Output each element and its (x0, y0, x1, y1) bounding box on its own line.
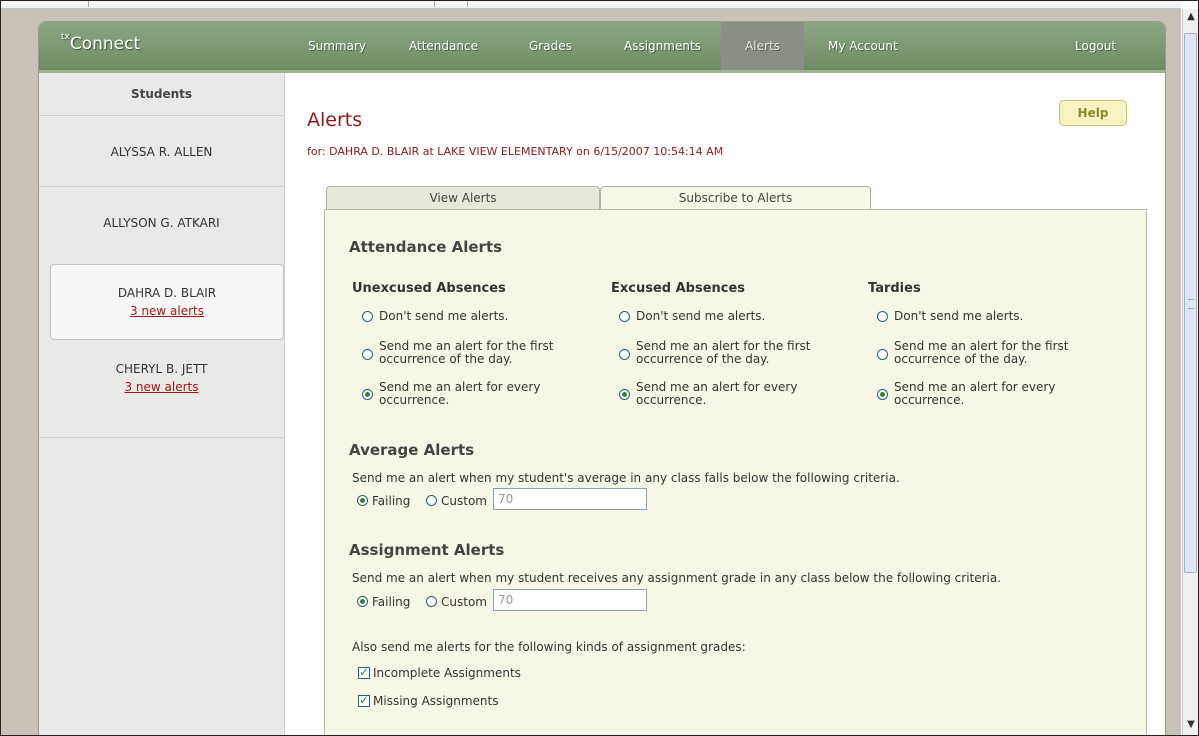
students-sidebar: Students ALYSSA R. ALLEN ALLYSON G. ATKA… (39, 73, 285, 735)
unexcused-option-label: Send me an alert for every occurrence. (379, 380, 541, 407)
incomplete-label: Incomplete Assignments (373, 666, 521, 680)
checkmark-icon: ✓ (359, 693, 370, 707)
scroll-down-icon[interactable]: ▼ (1183, 717, 1198, 733)
assignment-custom-label: Custom (441, 595, 487, 609)
students-title: Students (130, 87, 193, 101)
nav-grades[interactable]: Grades (515, 22, 586, 70)
tardies-option-label: Send me an alert for the first occurrence… (894, 339, 1069, 366)
nav-alerts[interactable]: Alerts (721, 22, 804, 70)
average-heading: Average Alerts (349, 441, 475, 459)
unexcused-option-label: Send me an alert for the first occurrence… (379, 339, 554, 366)
average-custom-label: Custom (441, 494, 487, 508)
nav-attendance[interactable]: Attendance (395, 22, 492, 70)
subscribe-panel: Attendance Alerts Unexcused Absences Exc… (324, 209, 1147, 735)
average-failing-label: Failing (372, 494, 411, 508)
tardies-every-radio[interactable] (877, 389, 888, 400)
student-name: ALYSSA R. ALLEN (110, 145, 213, 159)
missing-checkbox[interactable]: ✓ (358, 693, 370, 707)
top-navigation: txConnect Summary Attendance Grades Assi… (39, 22, 1165, 73)
new-alerts-link[interactable]: 3 new alerts (39, 380, 284, 394)
tardies-first-radio[interactable] (877, 349, 888, 360)
student-name: ALLYSON G. ATKARI (103, 216, 220, 230)
tab-subscribe-alerts[interactable]: Subscribe to Alerts (600, 186, 871, 211)
assignment-custom-input[interactable]: 70 (493, 589, 647, 611)
excused-option-label: Send me an alert for the first occurrence… (636, 339, 811, 366)
student-name: DAHRA D. BLAIR (117, 286, 217, 300)
assignment-custom-radio[interactable] (426, 596, 437, 607)
unexcused-dont-send-radio[interactable] (362, 311, 373, 322)
scroll-thumb[interactable] (1184, 33, 1197, 573)
student-allyson-atkari[interactable]: ALLYSON G. ATKARI (39, 186, 284, 264)
incomplete-checkbox[interactable]: ✓ (358, 665, 370, 679)
unexcused-option-label: Don't send me alerts. (379, 309, 509, 323)
nav-summary[interactable]: Summary (294, 22, 380, 70)
average-description: Send me an alert when my student's avera… (352, 471, 900, 485)
average-custom-radio[interactable] (426, 495, 437, 506)
main-content: Alerts for: DAHRA D. BLAIR at LAKE VIEW … (307, 73, 1147, 735)
browser-top-strip (1, 1, 1181, 9)
assignment-failing-label: Failing (372, 595, 411, 609)
app-shell: txConnect Summary Attendance Grades Assi… (38, 21, 1166, 735)
tardies-option-label: Don't send me alerts. (894, 309, 1024, 323)
excused-first-radio[interactable] (619, 349, 630, 360)
unexcused-every-radio[interactable] (362, 389, 373, 400)
nav-my-account[interactable]: My Account (814, 22, 912, 70)
missing-label: Missing Assignments (373, 694, 499, 708)
nav-logout[interactable]: Logout (1061, 22, 1130, 70)
page-subtitle: for: DAHRA D. BLAIR at LAKE VIEW ELEMENT… (307, 145, 724, 158)
student-alyssa-allen[interactable]: ALYSSA R. ALLEN (39, 115, 284, 186)
student-cheryl-jett[interactable]: CHERYL B. JETT 3 new alerts (39, 340, 284, 437)
page-title: Alerts (307, 109, 363, 131)
scroll-up-icon[interactable]: ▲ (1183, 9, 1198, 25)
student-dahra-blair[interactable]: DAHRA D. BLAIR 3 new alerts (50, 264, 284, 340)
help-button[interactable]: Help (1059, 100, 1127, 126)
assignment-heading: Assignment Alerts (349, 541, 505, 559)
excused-option-label: Send me an alert for every occurrence. (636, 380, 798, 407)
student-name: CHERYL B. JETT (115, 362, 208, 376)
sidebar-divider (39, 437, 284, 438)
tab-view-alerts[interactable]: View Alerts (326, 186, 600, 210)
excused-dont-send-radio[interactable] (619, 311, 630, 322)
unexcused-first-radio[interactable] (362, 349, 373, 360)
vertical-scrollbar[interactable]: ▲ ▼ (1182, 9, 1198, 735)
tardies-heading: Tardies (868, 281, 921, 296)
nav-assignments[interactable]: Assignments (610, 22, 715, 70)
average-failing-radio[interactable] (357, 495, 368, 506)
average-custom-input[interactable]: 70 (493, 488, 647, 510)
assignment-description: Send me an alert when my student receive… (352, 571, 1002, 585)
tardies-dont-send-radio[interactable] (877, 311, 888, 322)
unexcused-heading: Unexcused Absences (352, 281, 506, 296)
excused-every-radio[interactable] (619, 389, 630, 400)
new-alerts-link[interactable]: 3 new alerts (51, 304, 283, 318)
attendance-heading: Attendance Alerts (349, 238, 503, 256)
tardies-option-label: Send me an alert for every occurrence. (894, 380, 1056, 407)
checkmark-icon: ✓ (359, 665, 370, 679)
excused-heading: Excused Absences (611, 281, 746, 296)
also-send-text: Also send me alerts for the following ki… (352, 640, 746, 654)
excused-option-label: Don't send me alerts. (636, 309, 766, 323)
assignment-failing-radio[interactable] (357, 596, 368, 607)
app-logo[interactable]: txConnect (61, 32, 140, 54)
browser-frame: txConnect Summary Attendance Grades Assi… (0, 0, 1199, 736)
